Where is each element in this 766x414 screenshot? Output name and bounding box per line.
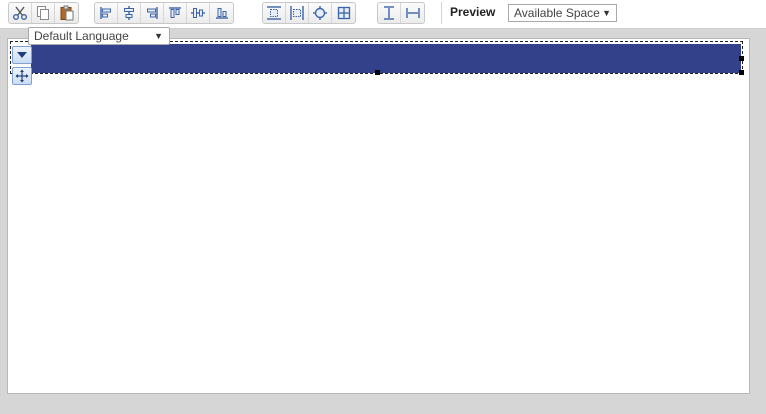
- chevron-down-icon: ▼: [602, 8, 611, 18]
- align-left-icon: [100, 7, 111, 19]
- move-icon: [15, 69, 29, 83]
- align-group: [94, 2, 234, 24]
- copy-button[interactable]: [32, 3, 55, 23]
- design-canvas[interactable]: [7, 38, 750, 394]
- preview-select[interactable]: Available Space ▼: [508, 4, 617, 22]
- resize-handle-right[interactable]: [739, 56, 744, 61]
- align-left-button[interactable]: [95, 3, 118, 23]
- designer-toolbar: Preview Available Space ▼: [0, 0, 766, 29]
- align-bottom-icon: [215, 8, 228, 19]
- align-center-icon: [124, 6, 134, 20]
- align-right-icon: [147, 7, 158, 19]
- paste-icon: [60, 5, 73, 21]
- align-middle-button[interactable]: [187, 3, 210, 23]
- align-center-button[interactable]: [118, 3, 141, 23]
- resize-handle-bottom[interactable]: [375, 70, 380, 75]
- same-width-icon: [405, 8, 420, 18]
- triangle-down-icon: [17, 52, 27, 58]
- preview-label: Preview: [450, 5, 496, 19]
- fit-width-button[interactable]: [286, 3, 309, 23]
- align-top-button[interactable]: [164, 3, 187, 23]
- fit-height-button[interactable]: [263, 3, 286, 23]
- resize-handle-bottom-right[interactable]: [739, 70, 744, 75]
- header-band[interactable]: [31, 44, 741, 73]
- fit-width-icon: [290, 6, 304, 20]
- paste-button[interactable]: [55, 3, 78, 23]
- preview-select-value: Available Space: [514, 6, 600, 20]
- grid-icon: [337, 6, 350, 20]
- fit-height-icon: [267, 6, 281, 20]
- fit-all-icon: [313, 6, 327, 20]
- toolbar-separator: [441, 2, 442, 24]
- align-right-button[interactable]: [141, 3, 164, 23]
- fit-all-button[interactable]: [309, 3, 332, 23]
- size-group: [262, 2, 356, 24]
- cut-icon: [13, 6, 27, 20]
- cut-button[interactable]: [9, 3, 32, 23]
- chevron-down-icon: ▼: [154, 31, 163, 41]
- same-height-button[interactable]: [378, 3, 401, 23]
- align-middle-icon: [191, 8, 205, 18]
- spacing-group: [377, 2, 425, 24]
- align-top-icon: [169, 7, 181, 18]
- language-select[interactable]: Default Language ▼: [28, 27, 170, 45]
- copy-icon: [37, 6, 49, 20]
- clipboard-group: [8, 2, 79, 24]
- element-menu-button[interactable]: [12, 46, 32, 64]
- same-width-button[interactable]: [401, 3, 424, 23]
- move-handle-button[interactable]: [12, 67, 32, 85]
- language-select-value: Default Language: [34, 29, 129, 43]
- align-bottom-button[interactable]: [210, 3, 233, 23]
- grid-button[interactable]: [332, 3, 355, 23]
- same-height-icon: [384, 6, 394, 20]
